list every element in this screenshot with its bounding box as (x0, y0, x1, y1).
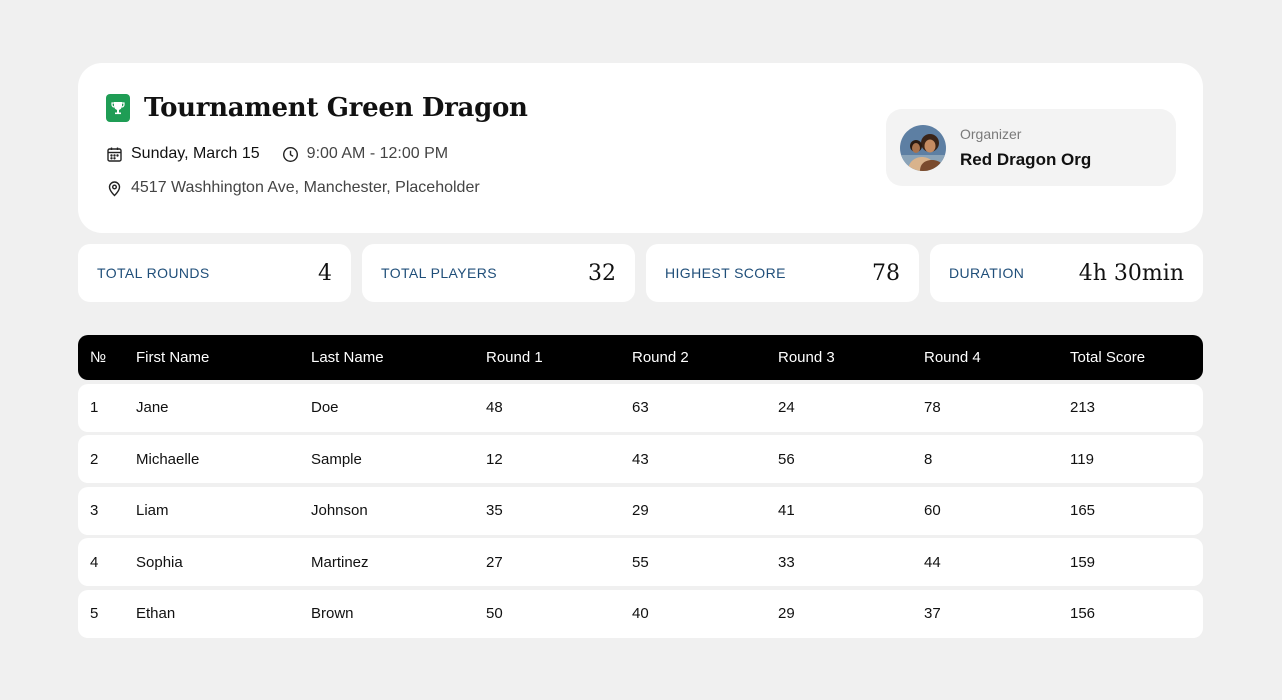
cell-first-name: Liam (136, 502, 169, 519)
column-header-total-score[interactable]: Total Score (1070, 349, 1203, 366)
date-text: Sunday, March 15 (131, 145, 260, 162)
cell-last-name: Doe (311, 399, 339, 416)
tournament-header-card: Tournament Green Dragon Sunday, March 15… (78, 63, 1203, 233)
stat-highest-score: HIGHEST SCORE 78 (646, 244, 919, 302)
organizer-label: Organizer (960, 125, 1022, 142)
time-info: 9:00 AM - 12:00 PM (282, 145, 448, 163)
cell-total-score: 159 (1070, 553, 1096, 571)
organizer-text: Organizer Red Dragon Org (960, 126, 1091, 170)
tournament-page: Tournament Green Dragon Sunday, March 15… (78, 63, 1203, 638)
time-text: 9:00 AM - 12:00 PM (306, 145, 449, 162)
cell-round-4: 37 (924, 605, 941, 622)
stat-value: 4 (318, 260, 332, 286)
stat-label: DURATION (949, 265, 1025, 281)
cell-first-name: Michaelle (136, 450, 200, 468)
organizer-avatar (900, 124, 946, 171)
cell-round-1: 48 (486, 399, 503, 416)
cell-round-4: 60 (924, 502, 941, 519)
stat-total-players: TOTAL PLAYERS 32 (362, 244, 635, 302)
cell-first-name: Jane (136, 399, 169, 416)
stat-total-rounds: TOTAL ROUNDS 4 (78, 244, 351, 302)
column-header-last-name[interactable]: Last Name (311, 349, 486, 366)
cell-round-3: 29 (778, 605, 795, 622)
map-pin-icon (106, 180, 123, 197)
cell-round-1: 12 (486, 450, 503, 468)
cell-number: 3 (90, 502, 99, 519)
cell-round-2: 63 (632, 399, 649, 416)
cell-round-1: 35 (486, 502, 503, 519)
cell-last-name: Johnson (311, 502, 368, 519)
cell-first-name: Sophia (136, 553, 183, 571)
cell-round-3: 24 (778, 399, 795, 416)
stat-duration: DURATION 4h 30min (930, 244, 1203, 302)
cell-total-score: 119 (1070, 450, 1094, 468)
table-row[interactable]: 5 Ethan Brown 50 40 29 37 156 (78, 589, 1203, 638)
table-row[interactable]: 2 Michaelle Sample 12 43 56 8 119 (78, 435, 1203, 483)
cell-round-2: 55 (632, 553, 649, 571)
cell-last-name: Brown (311, 605, 354, 622)
stat-label: TOTAL PLAYERS (381, 265, 497, 281)
table-row[interactable]: 4 Sophia Martinez 27 55 33 44 159 (78, 538, 1203, 586)
cell-first-name: Ethan (136, 605, 176, 622)
table-header: № First Name Last Name Round 1 Round 2 R… (78, 335, 1203, 380)
column-header-round-3[interactable]: Round 3 (778, 349, 924, 366)
cell-last-name: Martinez (311, 553, 369, 571)
date-info: Sunday, March 15 (106, 145, 260, 163)
cell-round-3: 41 (778, 502, 795, 519)
stat-label: TOTAL ROUNDS (97, 265, 210, 281)
cell-round-3: 56 (778, 450, 795, 468)
clock-icon (282, 146, 299, 163)
cell-number: 5 (90, 605, 99, 622)
location-text: 4517 Washhington Ave, Manchester, Placeh… (131, 179, 480, 196)
cell-round-2: 40 (632, 605, 649, 622)
column-header-first-name[interactable]: First Name (136, 349, 311, 366)
organizer-card[interactable]: Organizer Red Dragon Org (886, 109, 1176, 186)
cell-last-name: Sample (311, 450, 362, 468)
cell-round-1: 50 (486, 605, 503, 622)
table-row[interactable]: 1 Jane Doe 48 63 24 78 213 (78, 383, 1203, 432)
cell-round-4: 44 (924, 553, 941, 571)
cell-round-3: 33 (778, 553, 795, 571)
column-header-round-4[interactable]: Round 4 (924, 349, 1070, 366)
cell-total-score: 165 (1070, 502, 1096, 519)
cell-round-4: 8 (924, 450, 933, 468)
cell-total-score: 213 (1070, 399, 1096, 416)
stat-value: 4h 30min (1078, 260, 1184, 286)
calendar-icon (106, 146, 123, 163)
column-header-round-1[interactable]: Round 1 (486, 349, 632, 366)
table-row[interactable]: 3 Liam Johnson 35 29 41 60 165 (78, 486, 1203, 535)
cell-round-4: 78 (924, 399, 941, 416)
cell-round-2: 29 (632, 502, 649, 519)
column-header-round-2[interactable]: Round 2 (632, 349, 778, 366)
organizer-name: Red Dragon Org (960, 149, 1092, 169)
cell-number: 4 (90, 553, 99, 571)
stat-label: HIGHEST SCORE (665, 265, 786, 281)
cell-number: 2 (90, 450, 99, 468)
cell-round-2: 43 (632, 450, 649, 468)
column-header-number[interactable]: № (78, 349, 136, 366)
stat-value: 78 (872, 260, 900, 286)
stat-value: 32 (588, 260, 616, 286)
cell-round-1: 27 (486, 553, 503, 571)
trophy-icon (106, 94, 130, 122)
leaderboard-table: № First Name Last Name Round 1 Round 2 R… (78, 335, 1203, 638)
cell-total-score: 156 (1070, 605, 1096, 622)
stats-row: TOTAL ROUNDS 4 TOTAL PLAYERS 32 HIGHEST … (78, 244, 1203, 302)
cell-number: 1 (90, 399, 99, 416)
tournament-title: Tournament Green Dragon (144, 93, 528, 123)
